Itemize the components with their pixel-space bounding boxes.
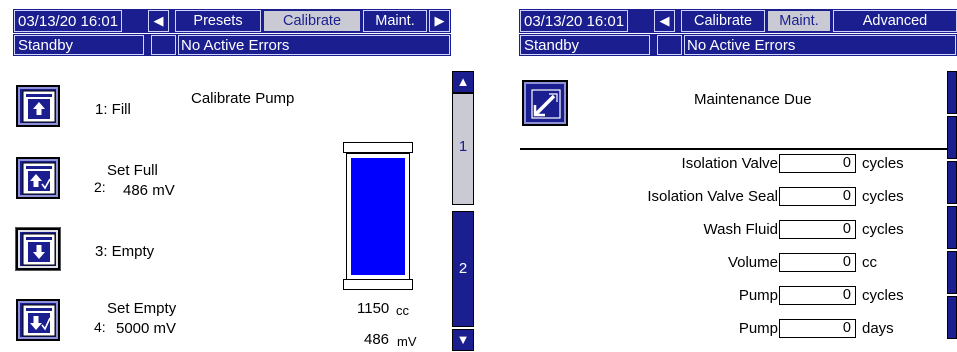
volume-label: Volume (727, 254, 778, 271)
status-bar: Standby No Active Errors (519, 34, 957, 56)
status-indicator (657, 35, 682, 55)
set-empty-arrow-check-icon (22, 304, 56, 337)
maintenance-reset-button[interactable] (522, 80, 568, 126)
volume-value: 1150 (357, 300, 390, 317)
status-bar: Standby No Active Errors (13, 34, 451, 56)
step-set-empty-number: 4: (94, 319, 106, 335)
voltage-value: 486 (364, 331, 390, 348)
isolation-valve-field[interactable]: 0 (779, 154, 856, 173)
step-set-full-label: Set Full (107, 162, 158, 179)
next-screen-arrow-icon[interactable]: ▶ (429, 10, 450, 32)
scroll-down-arrow-icon[interactable]: ▼ (452, 329, 474, 351)
datetime: 03/13/20 16:01 (14, 10, 123, 32)
fill-up-arrow-icon (22, 90, 56, 123)
set-full-arrow-check-icon (22, 162, 56, 195)
wash-fluid-label: Wash Fluid (703, 221, 778, 238)
error-status: No Active Errors (178, 35, 450, 55)
side-button-3[interactable] (947, 161, 957, 204)
gauge-top-cap (343, 142, 413, 153)
calibrate-screen: 03/13/20 16:01 ◀ Presets Calibrate Maint… (13, 9, 451, 352)
isolation-valve-unit: cycles (862, 155, 904, 172)
step-fill-label: 1: Fill (95, 101, 131, 118)
empty-down-arrow-icon (22, 233, 56, 266)
tab-advanced[interactable]: Advanced (833, 10, 957, 32)
pump-level-gauge (346, 153, 410, 280)
wash-fluid-unit: cycles (862, 221, 904, 238)
pump-level-fill (351, 158, 405, 275)
voltage-unit: mV (397, 334, 417, 349)
tab-calibrate[interactable]: Calibrate (263, 10, 361, 32)
pump-cycles-field[interactable]: 0 (779, 286, 856, 305)
step-set-full-value: 486 mV (123, 182, 175, 199)
side-button-5[interactable] (947, 251, 957, 294)
isolation-valve-label: Isolation Valve (681, 155, 778, 172)
pump-cycles-label: Pump (738, 287, 778, 304)
tab-maint[interactable]: Maint. (767, 10, 831, 32)
header-bar: 03/13/20 16:01 ◀ Presets Calibrate Maint… (13, 9, 451, 33)
set-full-button[interactable] (16, 157, 60, 199)
empty-button[interactable] (16, 228, 60, 270)
scroll-up-arrow-icon[interactable]: ▲ (452, 71, 474, 93)
datetime: 03/13/20 16:01 (520, 10, 629, 32)
fill-button[interactable] (16, 85, 60, 127)
page-tab-2[interactable]: 2 (452, 211, 474, 327)
system-mode: Standby (520, 35, 650, 55)
maintenance-wrench-icon (528, 86, 564, 122)
tab-calibrate[interactable]: Calibrate (681, 10, 765, 32)
wash-fluid-field[interactable]: 0 (779, 220, 856, 239)
step-empty-label: 3: Empty (95, 243, 155, 260)
page-title: Calibrate Pump (191, 90, 295, 107)
isolation-valve-seal-unit: cycles (862, 188, 904, 205)
step-set-empty-value: 5000 mV (116, 320, 177, 337)
maintenance-screen: 03/13/20 16:01 ◀ Calibrate Maint. Advanc… (519, 9, 957, 352)
isolation-valve-seal-field[interactable]: 0 (779, 187, 856, 206)
side-button-4[interactable] (947, 206, 957, 249)
pump-cycles-unit: cycles (862, 287, 904, 304)
pump-days-unit: days (862, 320, 894, 337)
prev-screen-arrow-icon[interactable]: ◀ (654, 10, 675, 32)
volume-unit: cc (396, 303, 409, 318)
pump-days-field[interactable]: 0 (779, 319, 856, 338)
side-button-1[interactable] (947, 71, 957, 114)
isolation-valve-seal-label: Isolation Valve Seal (647, 188, 778, 205)
title-divider (520, 148, 948, 150)
status-indicator (151, 35, 176, 55)
tab-presets[interactable]: Presets (175, 10, 261, 32)
gauge-bottom-cap (343, 279, 413, 290)
step-set-full-number: 2: (94, 179, 106, 195)
side-button-2[interactable] (947, 116, 957, 159)
header-bar: 03/13/20 16:01 ◀ Calibrate Maint. Advanc… (519, 9, 957, 33)
volume-unit: cc (862, 254, 877, 271)
page-scrollbar: ▲ 1 2 ▼ (452, 71, 474, 352)
page-title: Maintenance Due (694, 91, 812, 108)
error-status: No Active Errors (684, 35, 956, 55)
step-set-empty-label: Set Empty (107, 300, 177, 317)
tab-maint[interactable]: Maint. (363, 10, 427, 32)
side-button-6[interactable] (947, 296, 957, 339)
system-mode: Standby (14, 35, 144, 55)
prev-screen-arrow-icon[interactable]: ◀ (148, 10, 169, 32)
set-empty-button[interactable] (16, 299, 60, 341)
page-tab-1[interactable]: 1 (452, 93, 474, 205)
pump-days-label: Pump (738, 320, 778, 337)
volume-field[interactable]: 0 (779, 253, 856, 272)
